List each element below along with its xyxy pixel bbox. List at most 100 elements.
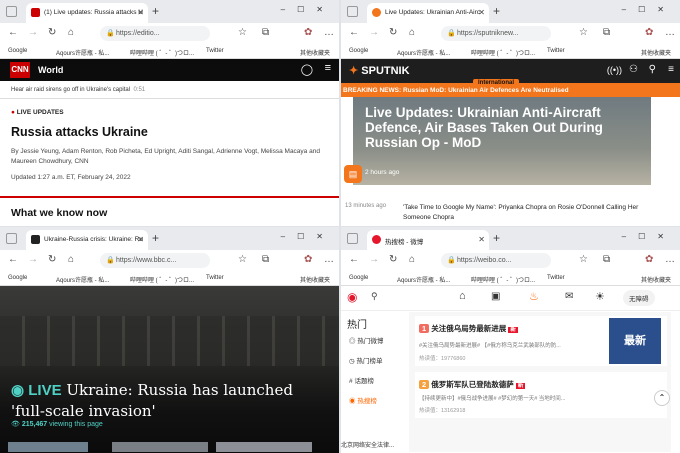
thumbnail-3[interactable] [216,442,312,452]
extensions-icon[interactable]: ☆ [238,254,247,265]
forward-icon[interactable]: → [369,254,379,265]
list-item[interactable]: 2 俄罗斯军队已登陆敖德萨 新 【持续更新中】#俄乌战争进展# #梦幻的第一天#… [415,372,667,418]
back-icon[interactable]: ← [349,27,359,38]
extensions-icon[interactable]: ☆ [238,27,247,38]
bookmark-twitter[interactable]: Twitter [547,48,565,54]
window-controls[interactable]: –☐✕ [281,5,335,14]
breaking-news-bar[interactable]: International BREAKING NEWS: Russian MoD… [341,79,680,97]
bookmark-google[interactable]: Google [349,275,368,281]
bookmark-other[interactable]: 其他收藏夹 [641,275,671,284]
sidebar-item-topics[interactable]: # 话题榜 [349,375,374,385]
back-icon[interactable]: ← [349,254,359,265]
home-nav-icon[interactable]: ⌂ [459,290,466,302]
weibo-logo-icon[interactable]: ◉ [347,290,357,304]
bookmark-twitter[interactable]: Twitter [206,275,224,281]
menu-icon[interactable]: … [665,254,675,265]
window-controls[interactable]: –☐✕ [281,232,335,241]
international-badge[interactable]: International [473,79,520,87]
collections-icon[interactable]: ⧉ [603,27,610,38]
reload-icon[interactable]: ↻ [389,254,397,265]
home-icon[interactable]: ⌂ [409,27,415,38]
menu-icon[interactable]: … [665,27,675,38]
cnn-logo[interactable]: CNN [10,62,30,78]
tab-actions-icon[interactable] [347,233,358,244]
bookmark-bilibili[interactable]: 哔哩哔哩 ( ゜- ゜)つロ... [130,48,194,57]
new-tab-button[interactable]: + [152,231,159,245]
close-tab-icon[interactable]: ✕ [137,8,144,17]
tab-bbc[interactable]: Ukraine-Russia crisis: Ukraine: Ru ✕ [26,230,148,250]
window-controls[interactable]: –☐✕ [622,5,676,14]
back-to-top-button[interactable]: ⌃ [654,390,670,406]
window-controls[interactable]: –☐✕ [622,232,676,241]
tab-actions-icon[interactable] [347,6,358,17]
address-bar[interactable]: 🔒 https://www.bbc.c... [100,253,210,268]
bookmark-aqours[interactable]: Aqours许愿瓶 - 私... [56,275,109,284]
sidebar-item-hot-weibo[interactable]: ◎ 热门微博 [349,335,383,345]
address-bar[interactable]: 🔒 https://weibo.co... [441,253,551,268]
profile-avatar[interactable]: ✿ [645,254,653,265]
reload-icon[interactable]: ↻ [389,27,397,38]
accessibility-button[interactable]: 无障碍 [623,290,655,306]
news-item-title[interactable]: 'Take Time to Google My Name': Priyanka … [403,203,653,223]
bookmark-twitter[interactable]: Twitter [547,275,565,281]
sidebar-item-hot-search[interactable]: ◉ 热搜榜 [349,395,377,405]
profile-avatar[interactable]: ✿ [304,254,312,265]
bookmark-bilibili[interactable]: 哔哩哔哩 ( ゜- ゜)つロ... [471,275,535,284]
extensions-icon[interactable]: ☆ [579,254,588,265]
search-icon[interactable]: ⚲ [371,291,378,302]
close-tab-icon[interactable]: ✕ [478,8,485,17]
video-nav-icon[interactable]: ▣ [491,291,500,302]
tab-actions-icon[interactable] [6,233,17,244]
back-icon[interactable]: ← [8,27,18,38]
collections-icon[interactable]: ⧉ [262,27,269,38]
bookmark-bilibili[interactable]: 哔哩哔哩 ( ゜- ゜)つロ... [130,275,194,284]
messages-icon[interactable]: ✉ [565,291,573,302]
bookmark-bilibili[interactable]: 哔哩哔哩 ( ゜- ゜)つロ... [471,48,535,57]
bookmark-google[interactable]: Google [8,48,27,54]
thumbnail-1[interactable] [8,442,88,452]
hot-nav-icon[interactable]: ♨ [529,290,539,303]
hero-image[interactable]: Live Updates: Ukrainian Anti-Aircraft De… [353,97,651,185]
forward-icon[interactable]: → [369,27,379,38]
sputnik-logo[interactable]: ✦ SPUTNIK [349,64,410,77]
new-tab-button[interactable]: + [493,4,500,18]
thumbnail-2[interactable] [112,442,208,452]
tab-sputnik[interactable]: Live Updates: Ukrainian Anti-Airc ✕ [367,3,489,23]
footer-link[interactable]: 北京网络安全法律... [341,440,395,449]
sidebar-item-hot-list[interactable]: ◷ 热门榜单 [349,355,382,365]
home-icon[interactable]: ⌂ [68,27,74,38]
menu-icon[interactable]: … [324,27,334,38]
bookmark-google[interactable]: Google [8,275,27,281]
radio-icon[interactable]: ((•)) [607,65,622,75]
hamburger-menu-icon[interactable]: ≡ [325,62,331,74]
hamburger-menu-icon[interactable]: ≡ [668,64,674,75]
close-tab-icon[interactable]: ✕ [478,235,485,244]
account-icon[interactable]: ◯ [301,63,313,76]
hero-headline[interactable]: Live Updates: Ukrainian Anti-Aircraft De… [365,105,645,150]
reload-icon[interactable]: ↻ [48,254,56,265]
bookmark-other[interactable]: 其他收藏夹 [641,48,671,57]
profile-avatar[interactable]: ✿ [304,27,312,38]
chat-icon[interactable]: ▤ [344,165,362,183]
address-bar[interactable]: 🔒 https://editio... [100,26,210,41]
bookmark-aqours[interactable]: Aqours许愿瓶 - 私... [397,48,450,57]
bookmark-aqours[interactable]: Aqours许愿瓶 - 私... [397,275,450,284]
collections-icon[interactable]: ⧉ [262,254,269,265]
reload-icon[interactable]: ↻ [48,27,56,38]
bookmark-other[interactable]: 其他收藏夹 [300,48,330,57]
new-tab-button[interactable]: + [152,4,159,18]
new-tab-button[interactable]: + [493,231,500,245]
profile-avatar[interactable]: ✿ [645,27,653,38]
close-tab-icon[interactable]: ✕ [137,235,144,244]
address-bar[interactable]: 🔒 https://sputniknew... [441,26,551,41]
bookmark-twitter[interactable]: Twitter [206,48,224,54]
bookmark-aqours[interactable]: Aqours许愿瓶 - 私... [56,48,109,57]
home-icon[interactable]: ⌂ [68,254,74,265]
bookmark-google[interactable]: Google [349,48,368,54]
collections-icon[interactable]: ⧉ [603,254,610,265]
bookmark-other[interactable]: 其他收藏夹 [300,275,330,284]
tab-cnn[interactable]: (1) Live updates: Russia attacks U ✕ [26,3,148,23]
menu-icon[interactable]: … [324,254,334,265]
list-item[interactable]: 1 关注俄乌局势最新进展 新 #关注俄乌局势最新进展# 【#俄方称乌克兰武装部队… [415,316,667,366]
breaking-ticker[interactable]: Hear air raid sirens go off in Ukraine's… [11,87,145,93]
